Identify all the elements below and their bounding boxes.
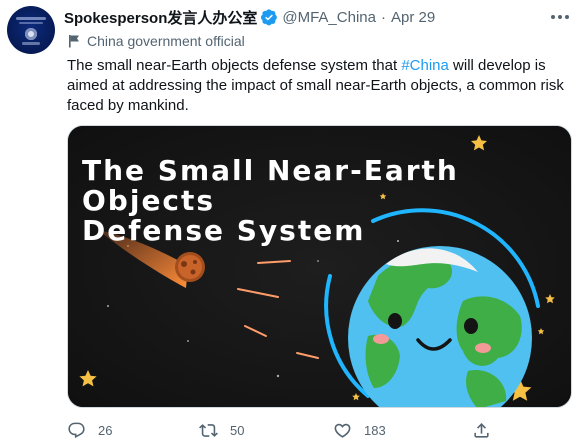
flag-icon xyxy=(69,35,79,48)
media-title: The Small Near-Earth Objects Defense Sys… xyxy=(82,156,571,246)
more-dots-icon[interactable] xyxy=(549,8,571,26)
like-count: 183 xyxy=(364,422,386,438)
hashtag-link[interactable]: #China xyxy=(401,57,449,74)
avatar[interactable] xyxy=(7,6,55,54)
verified-badge-icon xyxy=(261,9,278,26)
avatar-text-line xyxy=(19,22,43,24)
retweet-button[interactable]: 50 xyxy=(199,418,244,442)
share-icon xyxy=(474,422,489,438)
reply-count: 26 xyxy=(98,422,113,438)
more-dot xyxy=(565,15,569,19)
retweet-icon xyxy=(199,423,218,437)
like-button[interactable]: 183 xyxy=(333,418,386,442)
retweet-count: 50 xyxy=(230,422,245,438)
tweet-text: The small near-Earth objects defense sys… xyxy=(67,56,572,116)
tweet-date[interactable]: Apr 29 xyxy=(391,9,435,26)
separator: · xyxy=(380,8,386,26)
government-label-text: China government official xyxy=(87,33,245,49)
avatar-text-line xyxy=(16,17,46,20)
media-title-line-2: Defense System xyxy=(82,214,366,247)
tweet-text-before: The small near-Earth objects defense sys… xyxy=(67,57,402,74)
tweet-actions: 26 50 183 xyxy=(67,418,572,442)
government-label[interactable]: China government official xyxy=(67,31,245,51)
media-title-line-1: The Small Near-Earth Objects xyxy=(82,154,459,217)
more-dot xyxy=(551,15,555,19)
heart-icon xyxy=(334,423,351,438)
avatar-bar xyxy=(22,42,40,45)
reply-icon xyxy=(68,422,85,438)
author-name[interactable]: Spokesperson发言人办公室 xyxy=(64,7,257,28)
author-handle[interactable]: @MFA_China xyxy=(282,9,376,26)
reply-button[interactable]: 26 xyxy=(67,418,112,442)
tweet-media[interactable]: The Small Near-Earth Objects Defense Sys… xyxy=(67,125,572,408)
emblem-icon xyxy=(25,28,37,40)
share-button[interactable] xyxy=(472,418,503,442)
tweet-header: Spokesperson发言人办公室 @MFA_China · Apr 29 xyxy=(64,7,435,27)
more-dot xyxy=(558,15,562,19)
